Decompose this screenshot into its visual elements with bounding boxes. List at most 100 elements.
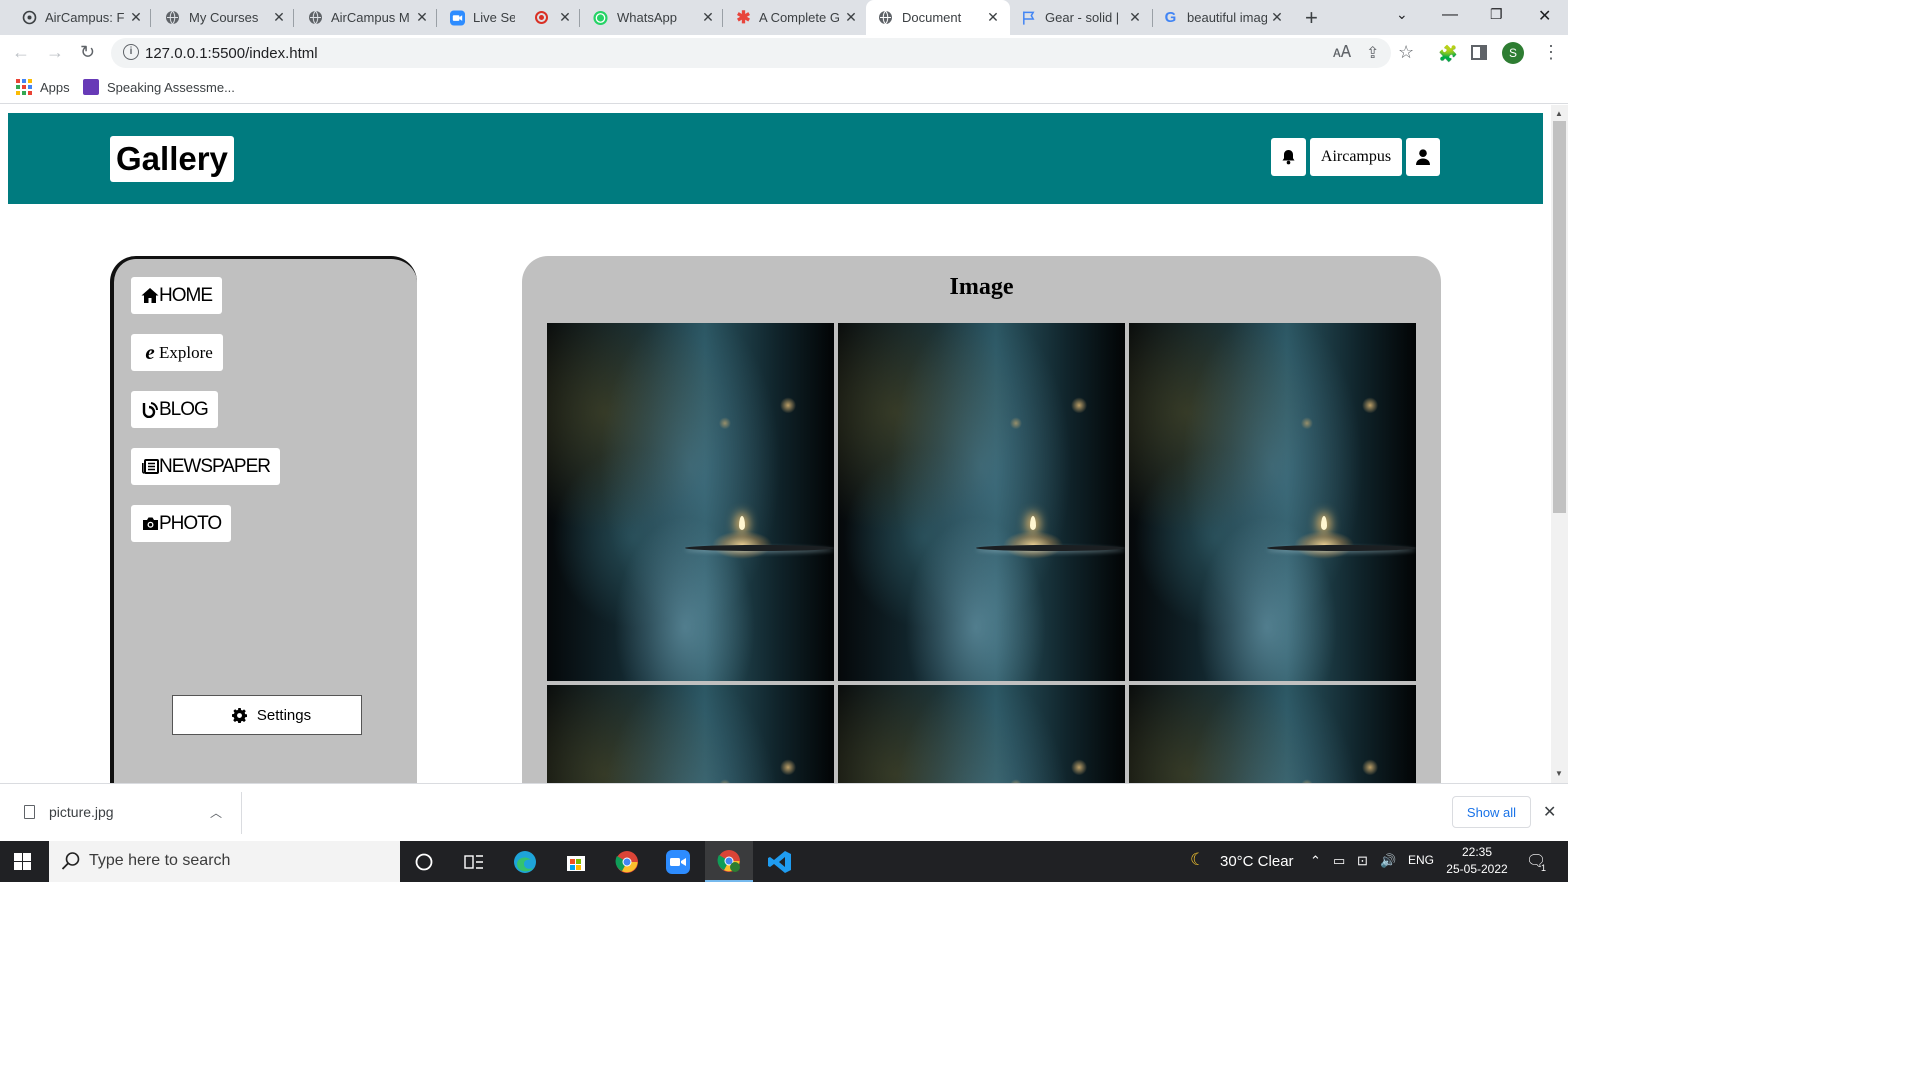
restore-icon[interactable]: ❐ — [1490, 6, 1503, 23]
translate-icon[interactable]: 🗚 — [1333, 44, 1351, 62]
tab-document[interactable]: Document ✕ — [866, 0, 1010, 35]
scroll-down-icon[interactable]: ▼ — [1555, 769, 1563, 778]
close-icon[interactable]: ✕ — [1269, 9, 1285, 25]
reload-icon[interactable]: ↻ — [80, 42, 95, 63]
page-scrollbar[interactable]: ▲ ▼ — [1551, 105, 1568, 783]
network-icon[interactable]: ⊡ — [1357, 853, 1368, 869]
windows-start-icon[interactable] — [14, 853, 31, 870]
user-button[interactable] — [1406, 138, 1440, 176]
blog-icon — [141, 401, 159, 419]
close-icon[interactable]: ✕ — [414, 9, 430, 25]
home-icon — [141, 287, 159, 305]
sidebar-item-blog[interactable]: BLOG — [131, 391, 218, 428]
sidebar-item-photo[interactable]: PHOTO — [131, 505, 232, 542]
close-icon[interactable]: ✕ — [1127, 9, 1143, 25]
clock-time: 22:35 — [1461, 845, 1493, 859]
close-icon[interactable]: ✕ — [1543, 802, 1556, 822]
language-indicator[interactable]: ENG — [1408, 853, 1434, 867]
tab-title: WhatsApp — [617, 10, 677, 25]
flag-icon — [1021, 10, 1036, 25]
scroll-up-icon[interactable]: ▲ — [1555, 109, 1563, 118]
battery-icon[interactable]: ▭ — [1333, 853, 1345, 869]
tab-whatsapp[interactable]: WhatsApp ✕ — [580, 0, 723, 35]
tab-search-chevron-icon[interactable]: ⌄ — [1396, 6, 1408, 23]
tab-my-courses[interactable]: My Courses ✕ — [151, 0, 294, 35]
side-panel-icon[interactable] — [1471, 45, 1487, 60]
gallery-image[interactable] — [1129, 323, 1416, 681]
whatsapp-icon — [593, 10, 608, 25]
back-arrow-icon[interactable]: ← — [12, 42, 30, 63]
gallery-image[interactable] — [547, 323, 834, 681]
info-icon[interactable]: i — [123, 44, 139, 60]
candle-flame — [1030, 516, 1037, 531]
close-icon[interactable]: ✕ — [843, 9, 859, 25]
chevron-up-icon[interactable]: ⌃ — [1310, 853, 1321, 869]
store-icon[interactable] — [552, 841, 600, 882]
download-file-name: picture.jpg — [49, 804, 114, 820]
close-icon[interactable]: ✕ — [128, 9, 144, 25]
scrollbar-thumb[interactable] — [1553, 121, 1566, 513]
chevron-up-icon[interactable]: ︿ — [210, 804, 222, 821]
apps-grid-icon — [16, 79, 32, 95]
zoom-app-icon[interactable] — [654, 841, 702, 882]
kebab-menu-icon[interactable]: ⋮ — [1542, 42, 1560, 63]
edge-icon[interactable] — [501, 841, 549, 882]
tab-beautiful-image[interactable]: G beautiful imag ✕ — [1153, 0, 1294, 35]
volume-icon[interactable]: 🔊 — [1380, 853, 1396, 869]
gallery-image[interactable] — [547, 685, 834, 783]
forward-arrow-icon[interactable]: → — [46, 42, 64, 63]
bookmark-label: Apps — [40, 79, 70, 95]
taskbar-clock[interactable]: 22:35 25-05-2022 — [1440, 844, 1514, 878]
vscode-icon[interactable] — [756, 841, 804, 882]
sidebar-item-home[interactable]: HOME — [131, 277, 222, 314]
address-bar[interactable]: i 127.0.0.1:5500/index.html 🗚 ⇪ ☆ — [111, 38, 1414, 68]
window-close-icon[interactable]: ✕ — [1538, 6, 1551, 26]
chrome-icon[interactable] — [603, 841, 651, 882]
gallery-image[interactable] — [838, 685, 1125, 783]
globe-icon — [308, 10, 323, 25]
tab-a-complete-guide[interactable]: ✱ A Complete G ✕ — [723, 0, 866, 35]
share-icon[interactable]: ⇪ — [1366, 43, 1379, 63]
new-tab-icon[interactable]: + — [1305, 5, 1318, 31]
show-all-button[interactable]: Show all — [1452, 796, 1531, 828]
close-icon[interactable]: ✕ — [985, 9, 1001, 25]
browser-tab-strip: AirCampus: Fu ✕ My Courses ✕ AirCampus M… — [0, 0, 1568, 35]
close-icon[interactable]: ✕ — [557, 9, 573, 25]
internet-explorer-icon: e — [145, 340, 155, 364]
account-name-button[interactable]: Aircampus — [1310, 138, 1402, 176]
newspaper-icon — [141, 458, 159, 476]
task-view-icon[interactable] — [450, 841, 498, 882]
bookmark-star-icon[interactable]: ☆ — [1398, 42, 1414, 63]
close-icon[interactable]: ✕ — [271, 9, 287, 25]
weather-text[interactable]: 30°C Clear — [1220, 853, 1294, 870]
sidebar-item-newspaper[interactable]: NEWSPAPER — [131, 448, 281, 485]
bookmark-apps[interactable]: Apps — [16, 79, 70, 95]
gallery-panel: Image — [522, 256, 1441, 783]
gallery-image[interactable] — [1129, 685, 1416, 783]
gallery-image[interactable] — [838, 323, 1125, 681]
site-logo[interactable]: Gallery — [110, 136, 234, 182]
sidebar-item-explore[interactable]: e Explore — [131, 334, 223, 371]
bookmark-speaking-assessment[interactable]: Speaking Assessme... — [83, 79, 235, 95]
extensions-icon[interactable]: 🧩 — [1438, 44, 1458, 64]
tab-gear-solid[interactable]: Gear - solid | ✕ — [1010, 0, 1153, 35]
settings-button[interactable]: Settings — [172, 695, 362, 735]
notifications-button[interactable] — [1271, 138, 1306, 176]
taskbar-search[interactable]: Type here to search — [49, 841, 400, 882]
tab-aircampus-m[interactable]: AirCampus M ✕ — [294, 0, 437, 35]
asterisk-icon: ✱ — [736, 7, 751, 27]
chrome-profile-icon[interactable] — [705, 841, 753, 882]
cortana-icon[interactable] — [400, 841, 448, 882]
minimize-icon[interactable]: — — [1442, 6, 1458, 24]
tab-title: Gear - solid | — [1045, 10, 1120, 25]
tab-live-session[interactable]: Live Sessi ✕ — [437, 0, 580, 35]
windows-taskbar: Type here to search ☾ 30°C Clear ⌃ ▭ ⊡ 🔊… — [0, 841, 1568, 882]
profile-avatar[interactable]: S — [1502, 42, 1524, 64]
tab-aircampus-fu[interactable]: AirCampus: Fu ✕ — [0, 0, 151, 35]
close-icon[interactable]: ✕ — [700, 9, 716, 25]
download-item[interactable]: picture.jpg — [24, 804, 114, 820]
download-shelf: picture.jpg ︿ Show all ✕ — [0, 783, 1568, 841]
candle-dish — [1266, 544, 1416, 551]
clock-date: 25-05-2022 — [1446, 862, 1508, 876]
url-text[interactable]: 127.0.0.1:5500/index.html — [145, 45, 318, 62]
